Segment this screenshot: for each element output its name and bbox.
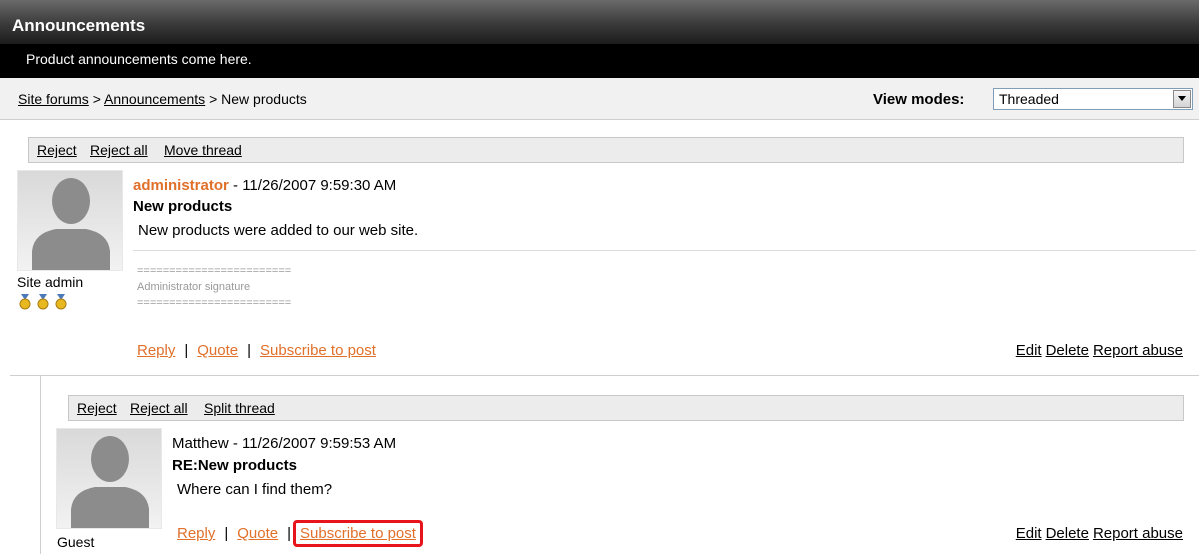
forum-description: Product announcements come here. (26, 51, 252, 67)
post-manage-actions: Edit Delete Report abuse (1012, 342, 1183, 359)
signature-line: ======================== (137, 265, 292, 277)
dropdown-button[interactable] (1173, 90, 1191, 108)
post-author: administrator (133, 177, 229, 194)
delete-link[interactable]: Delete (1046, 525, 1089, 542)
post-title: RE:New products (172, 457, 298, 474)
post-divider (10, 375, 1199, 376)
forum-header: Announcements Product announcements come… (0, 0, 1199, 78)
edit-link[interactable]: Edit (1016, 342, 1042, 359)
breadcrumb: Site forums > Announcements > New produc… (18, 91, 307, 107)
quote-link[interactable]: Quote (197, 342, 238, 359)
date-separator: - (228, 177, 243, 194)
avatar (56, 428, 162, 529)
subscribe-link[interactable]: Subscribe to post (300, 525, 416, 542)
gold-medal-icon (55, 294, 67, 310)
user-role: Site admin (17, 274, 84, 290)
breadcrumb-separator: > (88, 91, 104, 107)
post-title: New products (133, 198, 233, 215)
breadcrumb-site-forums[interactable]: Site forums (18, 91, 89, 107)
signature-divider (133, 250, 1196, 251)
breadcrumb-separator: > (205, 91, 222, 107)
person-silhouette-icon (32, 178, 110, 270)
reject-link[interactable]: Reject (37, 142, 77, 158)
moderation-bar: Reject Reject all Split thread (68, 395, 1184, 421)
reject-link[interactable]: Reject (77, 400, 117, 416)
post-header: Matthew - 11/26/2007 9:59:53 AM (172, 435, 396, 452)
person-silhouette-icon (71, 436, 149, 528)
post-body: Where can I find them? (177, 481, 333, 498)
post-manage-actions: Edit Delete Report abuse (1012, 525, 1183, 542)
breadcrumb-announcements[interactable]: Announcements (104, 91, 205, 107)
post-actions: Reply | Quote | Subscribe to post (137, 342, 376, 359)
user-role: Guest (57, 534, 95, 550)
highlight-box: Subscribe to post (293, 520, 423, 547)
reply-link[interactable]: Reply (177, 525, 215, 542)
date-separator: - (228, 435, 243, 452)
breadcrumb-current: New products (221, 91, 307, 107)
report-abuse-link[interactable]: Report abuse (1093, 342, 1183, 359)
post-header: administrator - 11/26/2007 9:59:30 AM (133, 177, 396, 194)
delete-link[interactable]: Delete (1046, 342, 1089, 359)
post-date: 11/26/2007 9:59:53 AM (242, 435, 397, 452)
view-modes-label: View modes: (873, 91, 965, 108)
move-thread-link[interactable]: Move thread (164, 142, 242, 158)
gold-medal-icon (19, 294, 31, 310)
chevron-down-icon (1178, 96, 1186, 101)
reply-link[interactable]: Reply (137, 342, 175, 359)
signature-line: ======================== (137, 297, 292, 309)
post-author: Matthew (172, 435, 229, 452)
thread-indent-line (40, 376, 41, 554)
report-abuse-link[interactable]: Report abuse (1093, 525, 1183, 542)
view-modes-selected: Threaded (999, 91, 1059, 107)
view-modes-select[interactable]: Threaded (993, 88, 1193, 110)
subscribe-link[interactable]: Subscribe to post (260, 342, 376, 359)
split-thread-link[interactable]: Split thread (204, 400, 275, 416)
post-body: New products were added to our web site. (138, 222, 419, 239)
edit-link[interactable]: Edit (1016, 525, 1042, 542)
quote-link[interactable]: Quote (237, 525, 278, 542)
reject-all-link[interactable]: Reject all (130, 400, 188, 416)
post-actions: Reply | Quote | Subscribe to post (177, 520, 423, 547)
signature-text: Administrator signature (137, 281, 251, 293)
avatar (17, 170, 123, 271)
gold-medal-icon (37, 294, 49, 310)
post-date: 11/26/2007 9:59:30 AM (242, 177, 397, 194)
rank-badges (18, 294, 68, 313)
forum-title: Announcements (0, 0, 1199, 44)
reject-all-link[interactable]: Reject all (90, 142, 148, 158)
moderation-bar: Reject Reject all Move thread (28, 137, 1184, 163)
